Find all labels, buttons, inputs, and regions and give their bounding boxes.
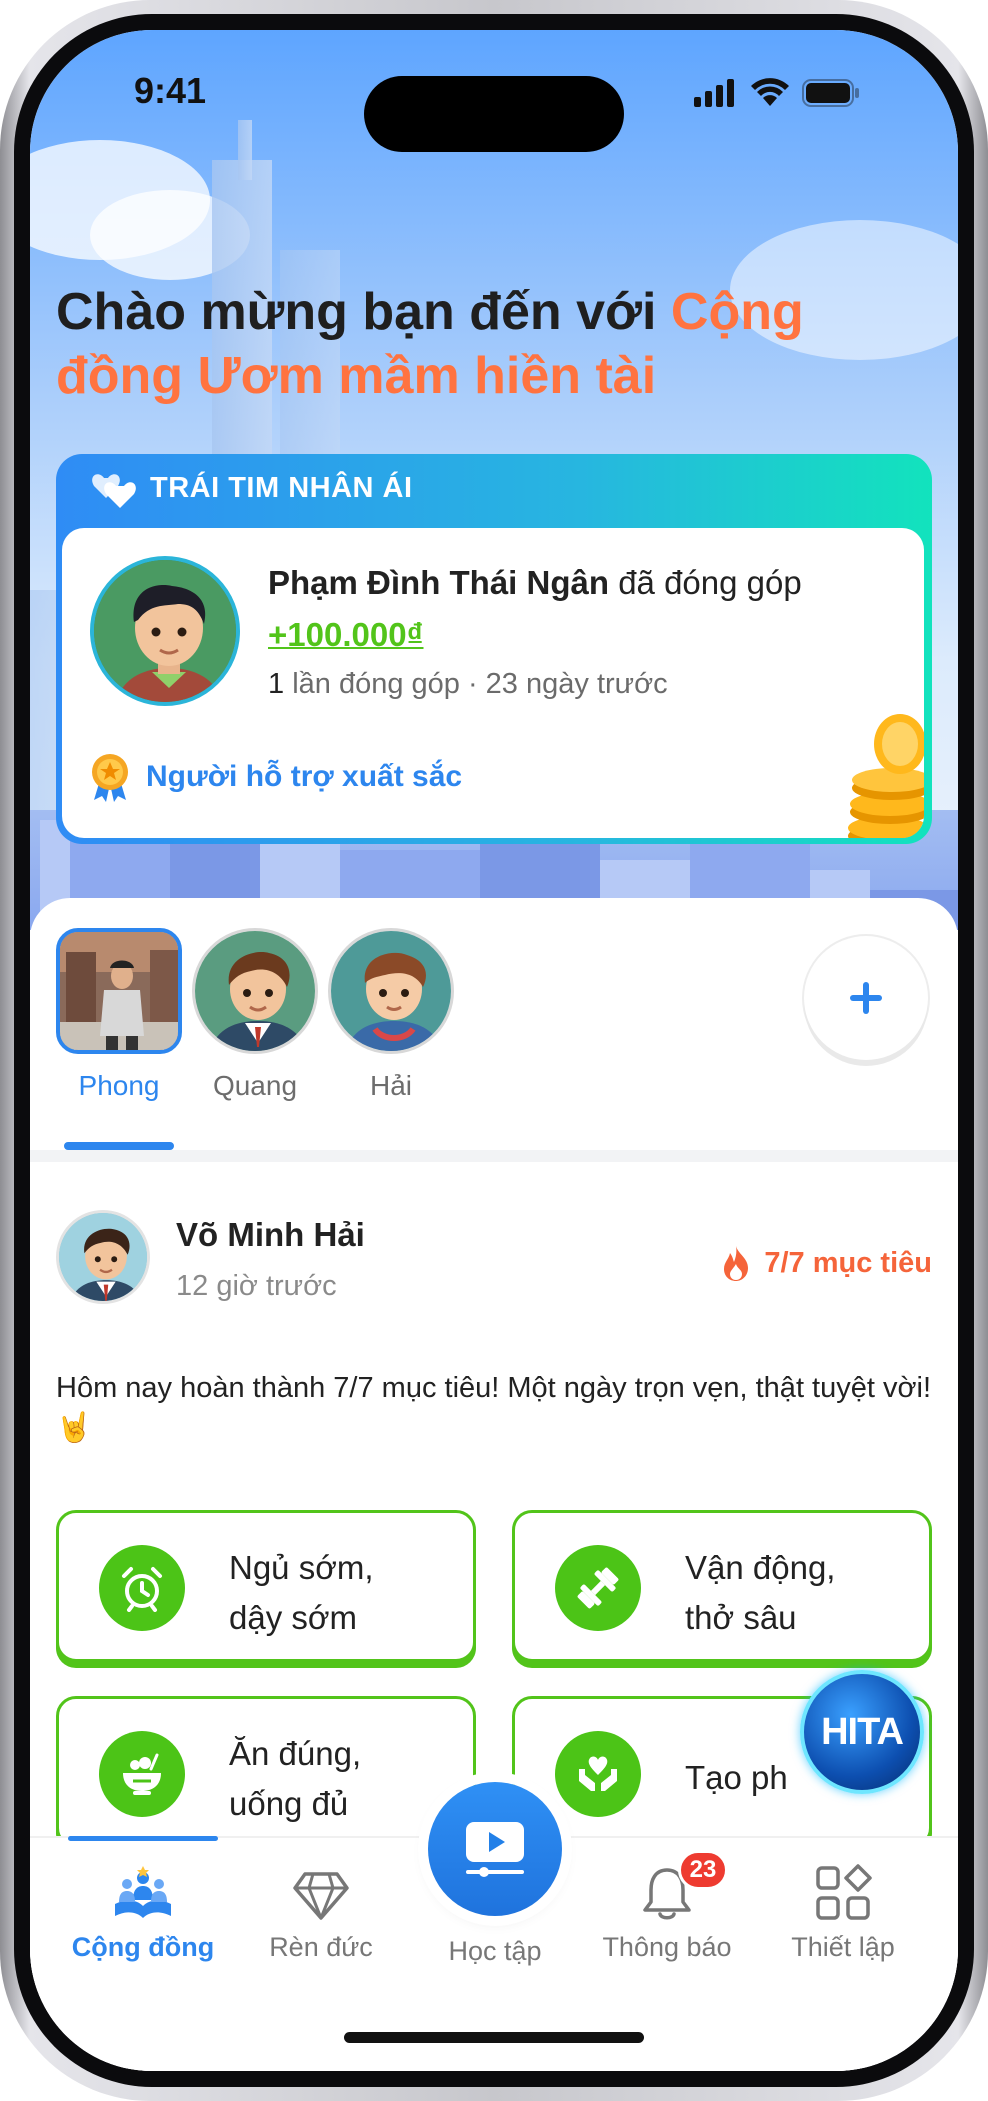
goal-card-exercise[interactable]: Vận động, thở sâu: [512, 1510, 932, 1662]
goal-card-sleep[interactable]: Ngủ sớm, dậy sớm: [56, 1510, 476, 1662]
active-story-indicator: [64, 1142, 174, 1150]
coins-icon: [848, 714, 924, 838]
goal-label-line1: Ngủ sớm,: [229, 1549, 374, 1586]
goal-label: Vận động, thở sâu: [685, 1543, 915, 1643]
welcome-prefix: Chào mừng bạn đến với: [56, 283, 671, 341]
story-name: Hải: [369, 1070, 412, 1101]
post-goal-text: 7/7 mục tiêu: [764, 1246, 932, 1279]
hita-assistant-button[interactable]: HITA: [800, 1670, 924, 1794]
home-indicator[interactable]: [344, 2032, 644, 2043]
dumbbell-icon: [555, 1545, 641, 1631]
dynamic-island: [364, 76, 624, 152]
donation-meta: 1 lần đóng góp · 23 ngày trước: [268, 668, 668, 701]
post-goal-badge: 7/7 mục tiêu: [720, 1244, 932, 1282]
cellular-signal-icon: [694, 79, 734, 107]
community-icon: [58, 1838, 228, 1928]
post-body: Hôm nay hoàn thành 7/7 mục tiêu! Một ngà…: [56, 1372, 931, 1444]
wifi-icon: [751, 78, 789, 106]
donor-name: Phạm Đình Thái Ngân: [268, 564, 610, 601]
post-author-avatar[interactable]: [56, 1210, 150, 1304]
video-play-icon: [466, 1822, 524, 1877]
nav-notifications[interactable]: 23 Thông báo: [582, 1838, 752, 1963]
plus-icon: [850, 982, 882, 1014]
welcome-heading: Chào mừng bạn đến với Cộng đồng Ươm mầm …: [56, 280, 856, 408]
alarm-clock-icon: [99, 1545, 185, 1631]
post-timestamp: 12 giờ trước: [176, 1270, 337, 1302]
battery-icon: [802, 79, 859, 107]
goal-label-line2: thở sâu: [685, 1599, 797, 1636]
story-quang[interactable]: Quang: [190, 928, 320, 1102]
grid-settings-icon: [758, 1838, 928, 1928]
hearts-icon: [92, 474, 136, 508]
nav-community[interactable]: Cộng đồng: [58, 1838, 228, 1963]
donor-avatar: [90, 556, 240, 706]
food-bowl-icon: [99, 1731, 185, 1817]
goal-label-line2: dậy sớm: [229, 1599, 358, 1636]
nav-learning-button[interactable]: [428, 1782, 562, 1916]
app-screen: 9:41 Chào mừng bạn đến với Cộng đồng Ươm…: [30, 30, 958, 2071]
goal-label-line1: Vận động,: [685, 1549, 836, 1586]
medal-icon: [92, 754, 128, 802]
nav-label: Học tập: [448, 1936, 542, 1966]
donation-amount: +100.000₫: [268, 616, 424, 653]
notification-count-badge: 23: [678, 1850, 728, 1890]
heart-hands-icon: [555, 1731, 641, 1817]
fire-icon: [724, 1246, 749, 1281]
nav-label: Cộng đồng: [71, 1932, 215, 1962]
award-row: Người hỗ trợ xuất sắc: [88, 752, 462, 802]
add-story-button[interactable]: [804, 936, 928, 1060]
nav-learning-label-wrap[interactable]: Học tập: [410, 1910, 580, 1967]
donor-panel: Phạm Đình Thái Ngân đã đóng góp +100.000…: [62, 528, 924, 838]
story-phong[interactable]: Phong: [54, 928, 184, 1102]
donation-meta-text: lần đóng góp · 23 ngày trước: [284, 668, 668, 700]
donor-action: đã đóng góp: [609, 564, 802, 601]
story-name: Quang: [212, 1070, 298, 1101]
story-avatar: [192, 928, 318, 1054]
nav-label: Thiết lập: [791, 1932, 895, 1962]
heart-card-title: TRÁI TIM NHÂN ÁI: [150, 472, 413, 504]
goal-card-nutrition[interactable]: Ăn đúng, uống đủ: [56, 1696, 476, 1848]
section-divider: [30, 1150, 958, 1162]
story-hai[interactable]: Hải: [326, 928, 456, 1102]
award-label: Người hỗ trợ xuất sắc: [146, 760, 463, 793]
goal-label: Ngủ sớm, dậy sớm: [229, 1543, 459, 1643]
post-author-name[interactable]: Võ Minh Hải: [176, 1216, 365, 1254]
status-icons: [694, 78, 860, 108]
bottom-navigation: Cộng đồng Rèn đức Học tập 23 Thông báo T…: [30, 1782, 958, 2071]
nav-label: Rèn đức: [269, 1932, 373, 1962]
diamond-icon: [236, 1838, 406, 1928]
goal-label-line1: Ăn đúng,: [229, 1735, 362, 1772]
donation-count: 1: [268, 668, 285, 700]
nav-moral[interactable]: Rèn đức: [236, 1838, 406, 1963]
story-name: Phong: [78, 1070, 160, 1101]
goal-label: Ăn đúng, uống đủ: [229, 1729, 459, 1829]
nav-settings[interactable]: Thiết lập: [758, 1838, 928, 1963]
goal-label-line2: uống đủ: [229, 1785, 349, 1822]
heart-card[interactable]: TRÁI TIM NHÂN ÁI Phạm Đình Thái Ngân đã …: [56, 454, 932, 844]
bell-icon: 23: [582, 1838, 752, 1928]
donor-line: Phạm Đình Thái Ngân đã đóng góp: [268, 564, 802, 602]
story-avatar: [328, 928, 454, 1054]
status-time: 9:41: [134, 70, 207, 111]
nav-label: Thông báo: [602, 1932, 732, 1962]
story-avatar: [56, 928, 182, 1054]
